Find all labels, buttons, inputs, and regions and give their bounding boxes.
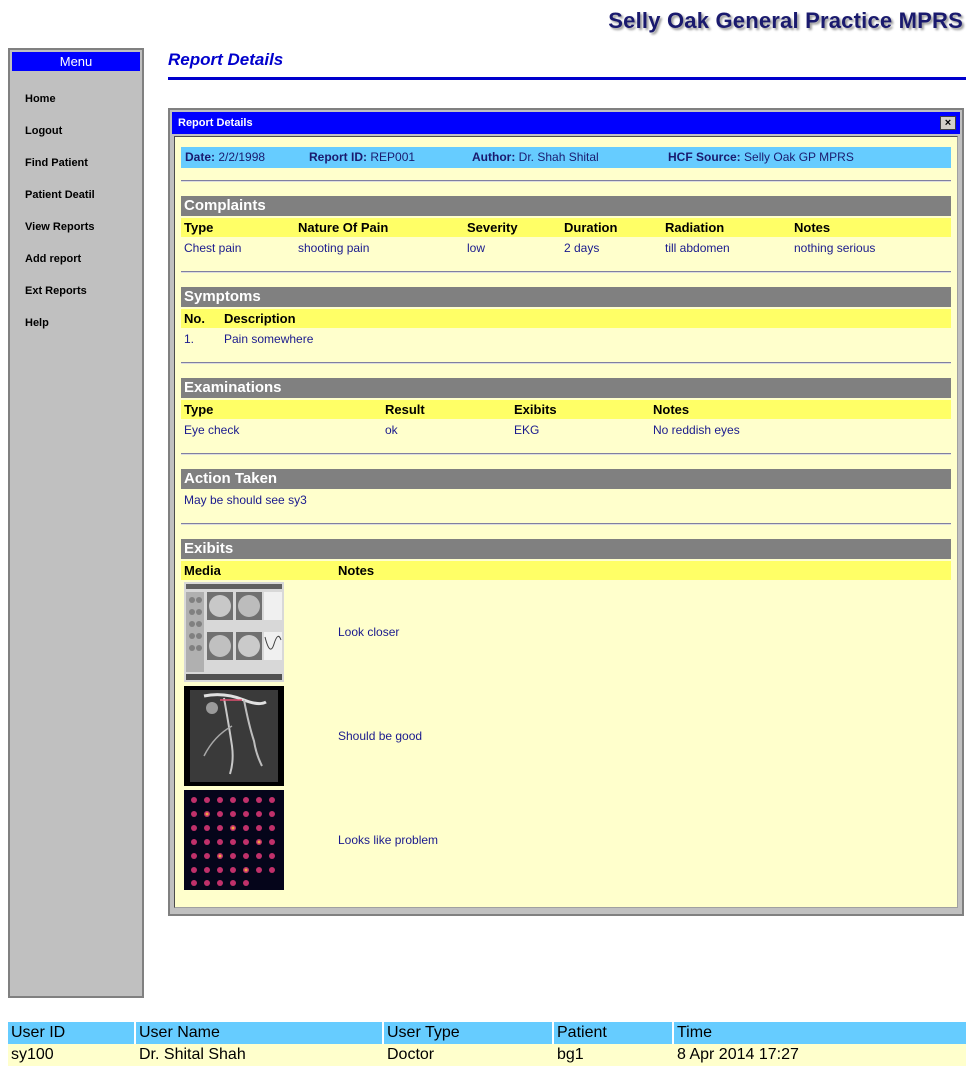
time-value: 8 Apr 2014 17:27: [677, 1046, 799, 1063]
column-header: Nature Of Pain: [298, 220, 389, 235]
report-body: Date: 2/2/1998 Report ID: REP001 Author:…: [174, 136, 958, 908]
table-cell: Chest pain: [184, 241, 242, 255]
table-cell: low: [467, 241, 486, 255]
window-title: Report Details: [178, 117, 253, 129]
column-header: Media: [184, 563, 221, 578]
column-header: Time: [677, 1024, 712, 1041]
exhibits-title: Exibits: [181, 539, 951, 559]
table-cell: Pain somewhere: [224, 332, 314, 346]
table-cell: No reddish eyes: [653, 423, 740, 437]
column-header: Severity: [467, 220, 518, 235]
user-type-value: Doctor: [387, 1046, 435, 1063]
footer-values-row: sy100 Dr. Shital Shah Doctor bg1 8 Apr 2…: [8, 1044, 966, 1066]
table-row: Chest pain shooting pain low 2 days till…: [181, 237, 951, 259]
column-header: Notes: [338, 563, 375, 578]
angiogram-thumbnail[interactable]: [184, 686, 284, 786]
table-cell: EKG: [514, 423, 540, 437]
action-taken-section: Action Taken May be should see sy3: [181, 469, 951, 511]
complaints-section: Complaints Type Nature Of Pain Severity …: [181, 196, 951, 259]
column-header: No.: [184, 311, 205, 326]
app-title: Selly Oak General Practice MPRS: [608, 8, 963, 33]
column-header: User Type: [384, 1022, 554, 1044]
menu-item-home[interactable]: Home: [10, 91, 142, 123]
column-header: Result: [385, 402, 425, 417]
table-cell: till abdomen: [665, 241, 730, 255]
divider: [181, 271, 951, 273]
table-cell: nothing serious: [794, 241, 876, 255]
user-info-footer: User ID User Name User Type Patient Time…: [8, 1022, 966, 1066]
meta-report-id: Report ID: REP001: [309, 150, 416, 164]
symptoms-header-row: No. Description: [181, 309, 951, 328]
exhibit-note: Looks like problem: [338, 833, 439, 847]
heading-divider: [168, 77, 966, 80]
table-cell: 2 days: [564, 241, 600, 255]
divider: [181, 362, 951, 364]
close-icon[interactable]: ×: [940, 116, 956, 130]
exhibit-media[interactable]: [181, 582, 335, 682]
table-cell: Eye check: [184, 423, 240, 437]
meta-date: Date: 2/2/1998: [185, 150, 266, 164]
menu-item-help[interactable]: Help: [10, 315, 142, 347]
table-cell: 1.: [184, 332, 195, 346]
scan-grid-thumbnail[interactable]: [184, 582, 284, 682]
exhibit-media[interactable]: [181, 790, 335, 890]
user-name-value: Dr. Shital Shah: [139, 1046, 246, 1063]
heart-slices-thumbnail[interactable]: [184, 790, 284, 890]
examinations-header-row: Type Result Exibits Notes: [181, 400, 951, 419]
complaints-title: Complaints: [181, 196, 951, 216]
exhibit-note: Should be good: [338, 729, 423, 743]
table-row: Eye check ok EKG No reddish eyes: [181, 419, 951, 441]
exhibit-note: Look closer: [338, 625, 400, 639]
column-header: Notes: [794, 220, 831, 235]
column-header: Patient: [554, 1022, 674, 1044]
exhibit-media[interactable]: [181, 686, 335, 786]
meta-hcf-source: HCF Source: Selly Oak GP MPRS: [668, 150, 854, 164]
page-title: Report Details: [168, 50, 284, 69]
column-header: User Name: [136, 1022, 384, 1044]
divider: [181, 523, 951, 525]
meta-author: Author: Dr. Shah Shital: [472, 150, 599, 164]
complaints-header-row: Type Nature Of Pain Severity Duration Ra…: [181, 218, 951, 237]
table-cell: shooting pain: [298, 241, 370, 255]
action-taken-title: Action Taken: [181, 469, 951, 489]
column-header: Description: [224, 311, 296, 326]
table-cell: ok: [385, 423, 398, 437]
menu-item-ext-reports[interactable]: Ext Reports: [10, 283, 142, 315]
exhibits-header-row: Media Notes: [181, 561, 951, 580]
column-header: User ID: [8, 1022, 136, 1044]
divider: [181, 453, 951, 455]
divider: [181, 180, 951, 182]
window-titlebar: Report Details ×: [172, 112, 960, 134]
exhibits-section: Exibits Media Notes Look closer Should b…: [181, 539, 951, 892]
column-header: Duration: [564, 220, 618, 235]
action-taken-text: May be should see sy3: [184, 493, 307, 507]
column-header: Notes: [653, 402, 690, 417]
table-row: Look closer: [181, 580, 951, 684]
patient-value: bg1: [557, 1046, 584, 1063]
column-header: Radiation: [665, 220, 725, 235]
column-header: Exibits: [514, 402, 557, 417]
column-header: Type: [184, 402, 214, 417]
report-meta-bar: Date: 2/2/1998 Report ID: REP001 Author:…: [181, 147, 951, 168]
report-details-window: Report Details × Date: 2/2/1998 Report I…: [168, 108, 964, 916]
menu-item-logout[interactable]: Logout: [10, 123, 142, 155]
table-row: Should be good: [181, 684, 951, 788]
menu-title: Menu: [12, 52, 140, 71]
menu-item-find-patient[interactable]: Find Patient: [10, 155, 142, 187]
column-header: Type: [184, 220, 214, 235]
table-row: 1. Pain somewhere: [181, 328, 951, 350]
user-id-value: sy100: [11, 1046, 54, 1063]
table-row: Looks like problem: [181, 788, 951, 892]
menu-item-add-report[interactable]: Add report: [10, 251, 142, 283]
footer-header-row: User ID User Name User Type Patient Time: [8, 1022, 966, 1044]
examinations-section: Examinations Type Result Exibits Notes E…: [181, 378, 951, 441]
symptoms-section: Symptoms No. Description 1. Pain somewhe…: [181, 287, 951, 350]
menu-item-patient-detail[interactable]: Patient Deatil: [10, 187, 142, 219]
examinations-title: Examinations: [181, 378, 951, 398]
menu-item-view-reports[interactable]: View Reports: [10, 219, 142, 251]
symptoms-title: Symptoms: [181, 287, 951, 307]
sidebar-menu: Menu Home Logout Find Patient Patient De…: [8, 48, 144, 998]
